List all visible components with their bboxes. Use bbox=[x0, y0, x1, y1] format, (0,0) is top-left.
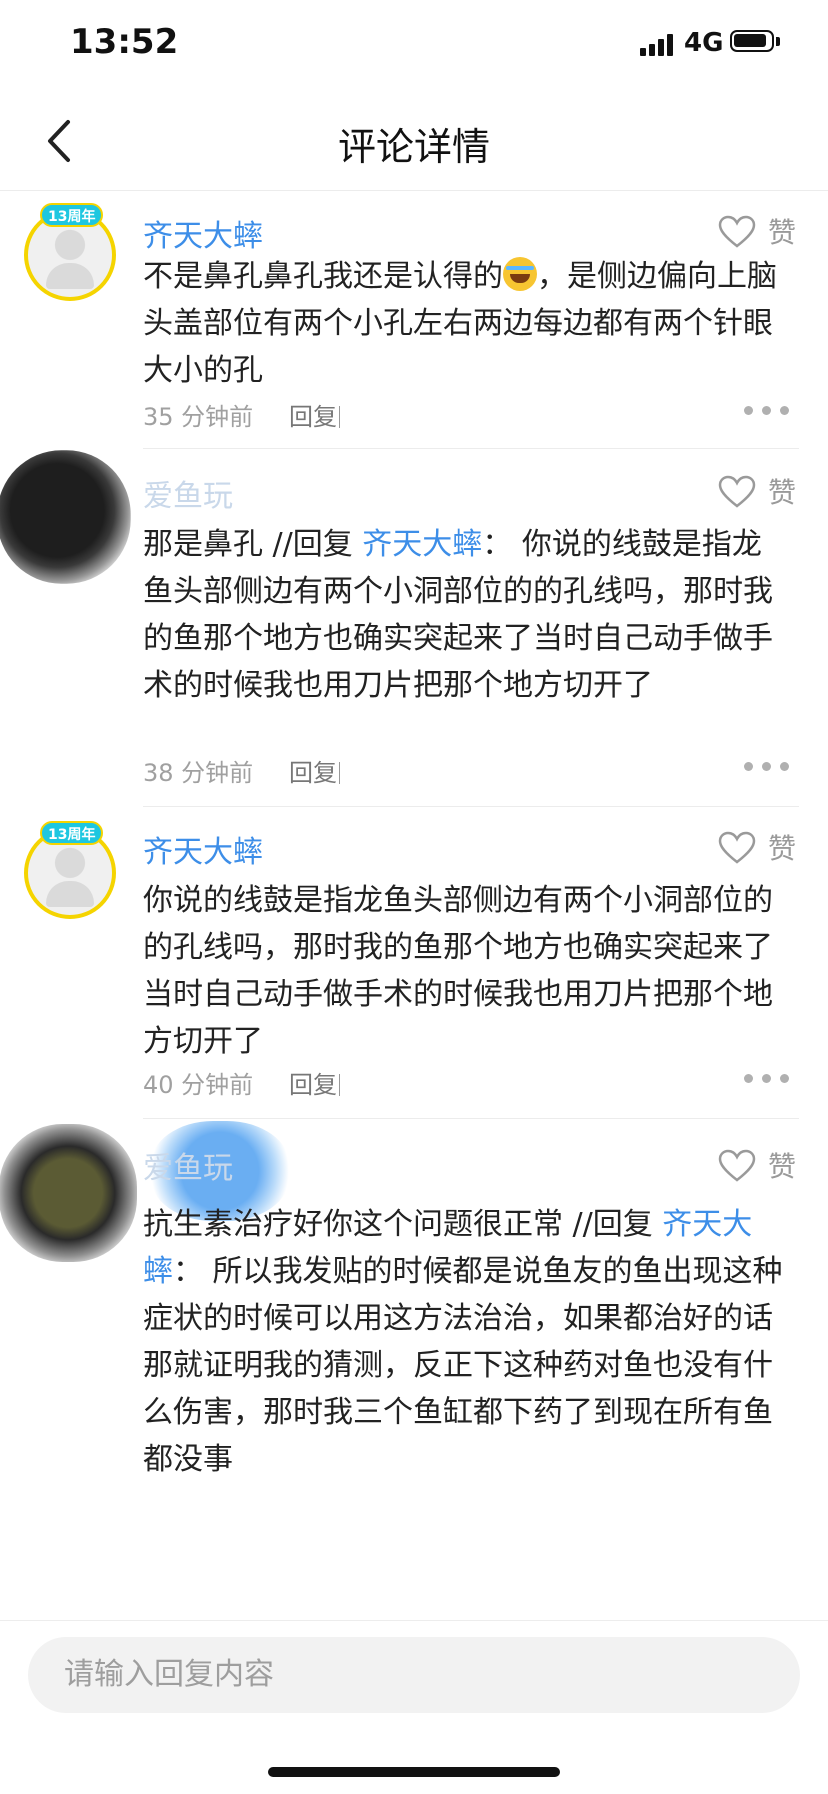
divider bbox=[143, 806, 799, 807]
comment-username[interactable]: 齐天大蟀 bbox=[143, 827, 263, 871]
home-indicator bbox=[268, 1767, 560, 1777]
heart-icon[interactable] bbox=[718, 831, 756, 865]
page-title: 评论详情 bbox=[337, 125, 490, 169]
heart-icon[interactable] bbox=[718, 475, 756, 509]
like-button[interactable]: 赞 bbox=[768, 1145, 796, 1185]
comment-username[interactable]: 爱鱼玩 bbox=[143, 1143, 233, 1187]
like-button[interactable]: 赞 bbox=[768, 827, 796, 867]
battery-tip bbox=[776, 37, 780, 46]
comment-list[interactable]: 13周年 齐天大蟀 赞 不是鼻孔鼻孔我还是认得的 ，是侧边偏向上脑头盖部位有两个小… bbox=[0, 191, 828, 1619]
avatar[interactable]: 13周年 bbox=[24, 821, 116, 919]
comment-username[interactable]: 齐天大蟀 bbox=[143, 211, 263, 255]
avatar[interactable]: 13周年 bbox=[24, 203, 116, 301]
comment-time: 35 分钟前 bbox=[143, 403, 254, 431]
divider bbox=[143, 1118, 799, 1119]
comment-item: 爱鱼玩 赞 那是鼻孔 //回复 齐天大蟀： 你说的线鼓是指龙鱼头部侧边有两个小洞… bbox=[0, 450, 828, 809]
comment-item: 爱鱼玩 赞 抗生素治疗好你这个问题很正常 //回复 齐天大蟀： 所以我发贴的时候… bbox=[0, 1121, 828, 1619]
anniversary-badge: 13周年 bbox=[40, 203, 104, 227]
comment-time: 40 分钟前 bbox=[143, 1071, 254, 1099]
comment-content: 抗生素治疗好你这个问题很正常 //回复 齐天大蟀： 所以我发贴的时候都是说鱼友的… bbox=[143, 1207, 783, 1477]
comment-item: 13周年 齐天大蟀 赞 不是鼻孔鼻孔我还是认得的 ，是侧边偏向上脑头盖部位有两个小… bbox=[0, 191, 828, 451]
battery-icon bbox=[730, 30, 774, 52]
more-options-icon[interactable] bbox=[744, 762, 790, 772]
reply-button[interactable]: 回复 bbox=[289, 397, 340, 432]
comment-content: 你说的线鼓是指龙鱼头部侧边有两个小洞部位的的孔线吗，那时我的鱼那个地方也确实突起… bbox=[143, 883, 773, 1059]
network-type: 4G bbox=[684, 28, 724, 58]
heart-icon[interactable] bbox=[718, 215, 756, 249]
tears-of-joy-emoji-icon bbox=[503, 257, 537, 291]
status-time: 13:52 bbox=[70, 22, 179, 62]
reply-button[interactable]: 回复 bbox=[289, 1065, 340, 1100]
like-button[interactable]: 赞 bbox=[768, 471, 796, 511]
comment-content: 那是鼻孔 //回复 齐天大蟀： 你说的线鼓是指龙鱼头部侧边有两个小洞部位的的孔线… bbox=[143, 527, 773, 703]
comment-content: 不是鼻孔鼻孔我还是认得的 ，是侧边偏向上脑头盖部位有两个小孔左右两边每边都有两个针… bbox=[143, 257, 777, 388]
divider bbox=[143, 448, 799, 449]
comment-item: 13周年 齐天大蟀 赞 你说的线鼓是指龙鱼头部侧边有两个小洞部位的的孔线吗，那时… bbox=[0, 809, 828, 1121]
avatar[interactable] bbox=[0, 1124, 137, 1262]
signal-icon bbox=[640, 32, 680, 56]
more-options-icon[interactable] bbox=[744, 1074, 790, 1084]
more-options-icon[interactable] bbox=[744, 406, 790, 416]
reply-bar bbox=[0, 1620, 828, 1794]
reply-button[interactable]: 回复 bbox=[289, 753, 340, 788]
like-button[interactable]: 赞 bbox=[768, 211, 796, 251]
avatar[interactable] bbox=[0, 450, 131, 584]
reply-input[interactable] bbox=[28, 1637, 800, 1713]
comment-time: 38 分钟前 bbox=[143, 759, 254, 787]
nav-bar: 评论详情 bbox=[0, 92, 828, 191]
heart-icon[interactable] bbox=[718, 1149, 756, 1183]
status-bar: 13:52 4G bbox=[0, 0, 828, 92]
comment-username[interactable]: 爱鱼玩 bbox=[143, 471, 233, 515]
mention-link[interactable]: 齐天大蟀 bbox=[362, 527, 482, 562]
anniversary-badge: 13周年 bbox=[40, 821, 104, 845]
